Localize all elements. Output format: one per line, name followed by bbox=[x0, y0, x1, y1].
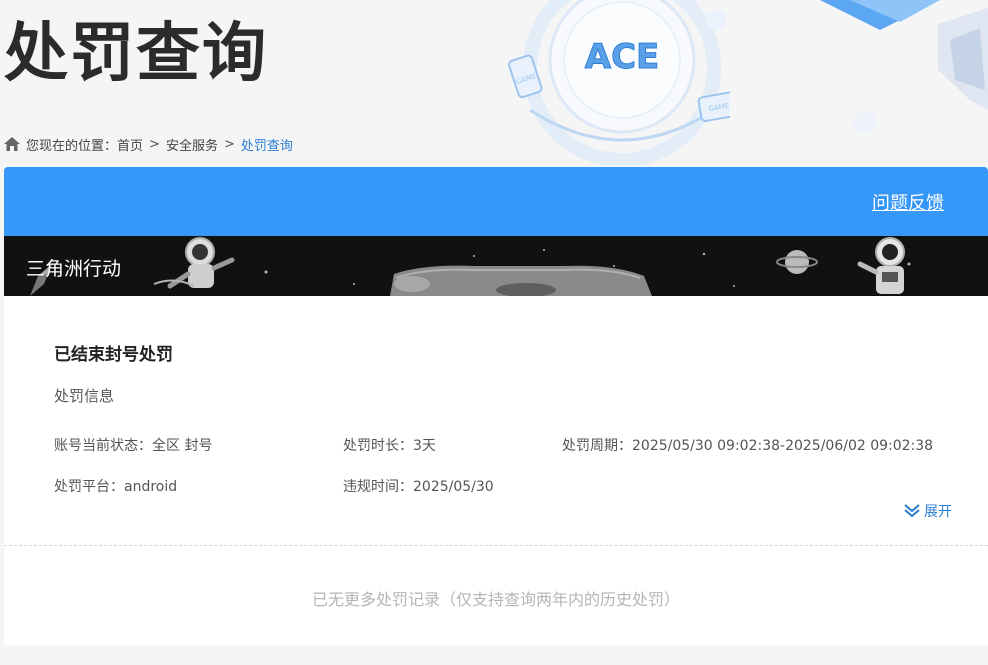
breadcrumb-home[interactable]: 首页 bbox=[117, 135, 143, 154]
field-value: 3天 bbox=[413, 438, 436, 454]
section-label: 处罚信息 bbox=[54, 387, 115, 405]
field-duration: 处罚时长：3天 bbox=[343, 435, 436, 455]
field-label: 账号当前状态： bbox=[54, 438, 152, 454]
page-title: 处罚查询 bbox=[4, 17, 268, 91]
field-label: 处罚时长： bbox=[343, 438, 413, 454]
action-bar: 问题反馈 bbox=[4, 167, 988, 236]
double-chevron-down-icon bbox=[904, 504, 920, 518]
astronaut-icon bbox=[153, 237, 235, 289]
no-more-records-text: 已无更多处罚记录（仅支持查询两年内的历史处罚） bbox=[311, 590, 680, 609]
field-value: 2025/05/30 bbox=[413, 479, 494, 495]
game-banner: 三角洲行动 bbox=[4, 236, 988, 296]
field-value: 全区 封号 bbox=[152, 438, 213, 454]
home-icon bbox=[4, 137, 20, 151]
page-header: 处罚查询 ACE GAME GAME 您现在的位置： 首页 > 安全服务 > 处… bbox=[0, 0, 988, 165]
field-label: 处罚平台： bbox=[54, 479, 124, 495]
feedback-link[interactable]: 问题反馈 bbox=[872, 189, 944, 215]
controller-illustration bbox=[390, 265, 652, 296]
planet-icon bbox=[776, 250, 818, 274]
breadcrumb-separator: > bbox=[223, 136, 235, 152]
field-value: 2025/05/30 09:02:38-2025/06/02 09:02:38 bbox=[632, 438, 934, 454]
field-value: android bbox=[124, 479, 178, 495]
divider bbox=[4, 545, 988, 546]
expand-button[interactable]: 展开 bbox=[904, 501, 952, 521]
record-title: 已结束封号处罚 bbox=[54, 345, 173, 365]
breadcrumb-current[interactable]: 处罚查询 bbox=[241, 135, 293, 154]
field-violation-time: 违规时间：2025/05/30 bbox=[343, 476, 494, 496]
breadcrumb-prefix: 您现在的位置： bbox=[26, 138, 118, 154]
field-account-status: 账号当前状态：全区 封号 bbox=[54, 435, 212, 455]
breadcrumb-security[interactable]: 安全服务 bbox=[166, 135, 218, 154]
expand-label: 展开 bbox=[924, 504, 952, 520]
game-name: 三角洲行动 bbox=[26, 258, 122, 280]
decorative-illustration bbox=[820, 0, 988, 134]
punishment-record-card: 已结束封号处罚 处罚信息 账号当前状态：全区 封号 处罚时长：3天 处罚周期：2… bbox=[4, 296, 988, 645]
breadcrumb: 您现在的位置： 首页 > 安全服务 > 处罚查询 bbox=[4, 133, 293, 155]
field-label: 违规时间： bbox=[343, 479, 413, 495]
field-period: 处罚周期：2025/05/30 09:02:38-2025/06/02 09:0… bbox=[562, 435, 933, 455]
field-label: 处罚周期： bbox=[562, 438, 632, 454]
ace-logo-icon: ACE GAME GAME bbox=[508, 0, 730, 165]
field-platform: 处罚平台：android bbox=[54, 476, 177, 496]
breadcrumb-separator: > bbox=[149, 136, 160, 152]
banner-artwork bbox=[30, 237, 911, 296]
ace-logo-text: ACE bbox=[585, 37, 660, 77]
astronaut-icon bbox=[857, 237, 905, 294]
